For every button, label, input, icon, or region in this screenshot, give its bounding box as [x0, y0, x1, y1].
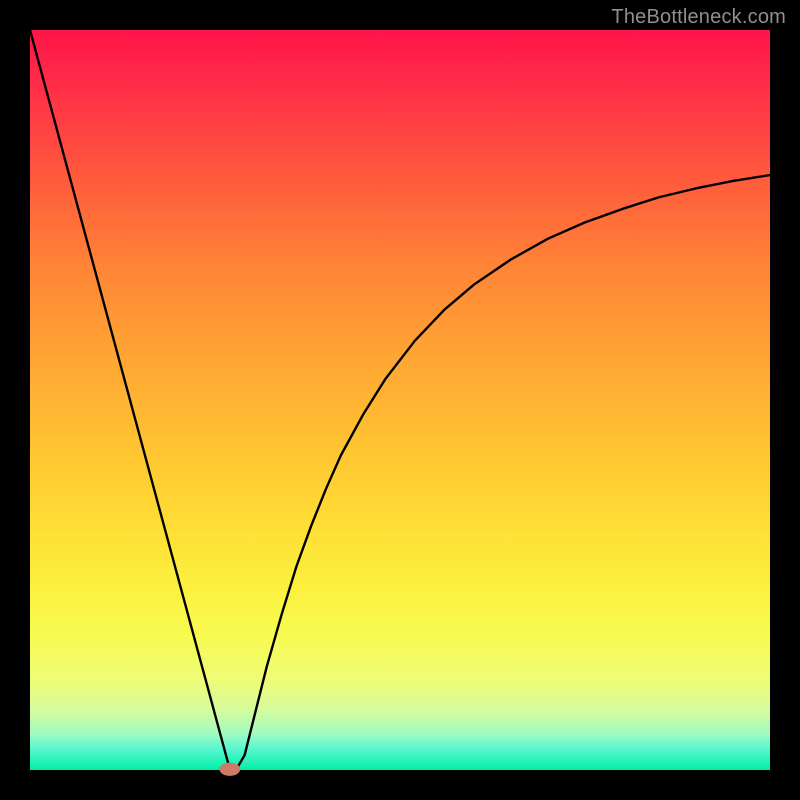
bottleneck-curve — [30, 30, 770, 769]
chart-frame: TheBottleneck.com — [0, 0, 800, 800]
watermark-text: TheBottleneck.com — [611, 6, 786, 29]
plot-area — [30, 30, 770, 770]
minimum-marker — [219, 763, 240, 776]
curve-layer — [30, 30, 770, 770]
